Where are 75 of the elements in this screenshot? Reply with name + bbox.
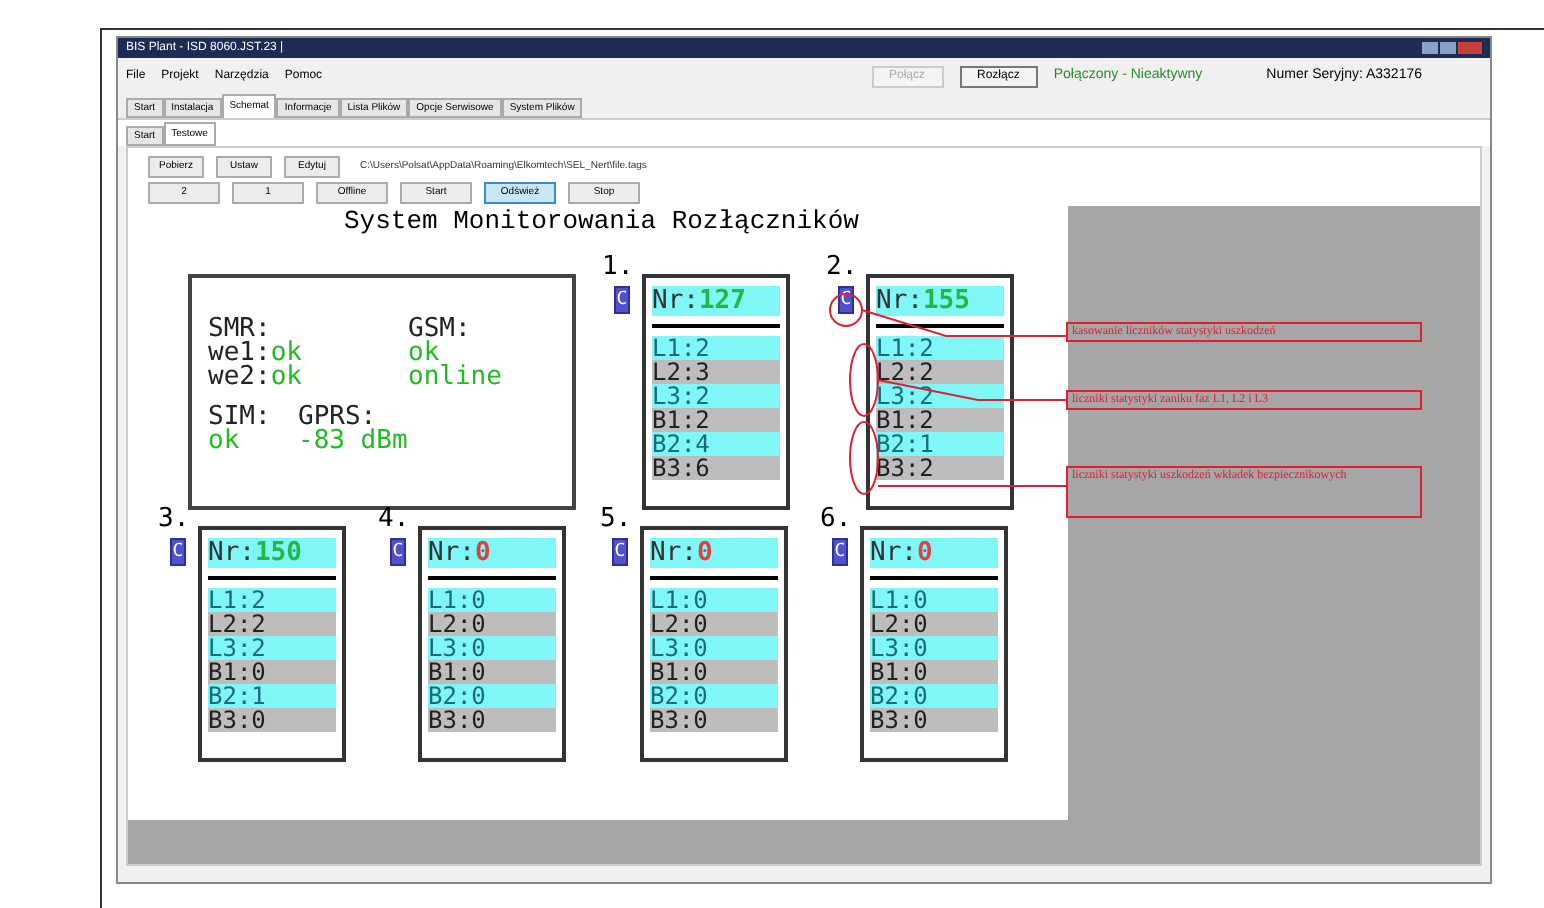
unit-number: 3. <box>158 506 190 532</box>
counter-row: L1:0 <box>650 588 778 612</box>
nr-label: Nr: <box>208 538 255 568</box>
unit-number: 2. <box>826 254 858 280</box>
counter-row: L3:0 <box>870 636 998 660</box>
counter-row: B2:0 <box>650 684 778 708</box>
counter-row: L3:2 <box>876 384 1004 408</box>
nr-label: Nr: <box>650 538 697 568</box>
counter-row: L1:0 <box>870 588 998 612</box>
counter-row: L1:0 <box>428 588 556 612</box>
counter-row: B3:0 <box>870 708 998 732</box>
counter-row: L2:0 <box>870 612 998 636</box>
status-label: GSM: <box>408 318 471 342</box>
counter-row: L2:0 <box>650 612 778 636</box>
minimize-icon[interactable] <box>1422 42 1438 54</box>
counter-row: B1:0 <box>650 660 778 684</box>
unit-number: 1. <box>602 254 634 280</box>
counter-row: L3:0 <box>428 636 556 660</box>
counter-row: B2:1 <box>208 684 336 708</box>
nr-value: 0 <box>474 538 491 568</box>
status-label: SMR: <box>208 318 271 342</box>
counter-row: L1:2 <box>876 336 1004 360</box>
counter-row: L2:0 <box>428 612 556 636</box>
reset-button[interactable]: C <box>390 538 406 566</box>
reset-button[interactable]: C <box>170 538 186 566</box>
nr-value: 150 <box>254 538 302 568</box>
nr-label: Nr: <box>652 286 699 316</box>
unit-number: 4. <box>378 506 410 532</box>
nr-label: Nr: <box>870 538 917 568</box>
counter-row: L2:2 <box>208 612 336 636</box>
counter-row: L1:2 <box>208 588 336 612</box>
nr-value: 155 <box>922 286 970 316</box>
counter-row: B2:1 <box>876 432 1004 456</box>
status-label: GPRS: <box>298 406 377 430</box>
counter-row: B3:0 <box>428 708 556 732</box>
counter-row: B1:0 <box>428 660 556 684</box>
counter-row: L3:0 <box>650 636 778 660</box>
status-value: -83 dBm <box>298 430 408 454</box>
counter-row: B3:0 <box>208 708 336 732</box>
nr-value: 0 <box>696 538 713 568</box>
counter-row: L3:2 <box>652 384 780 408</box>
close-icon[interactable] <box>1458 42 1482 54</box>
nr-value: 127 <box>698 286 746 316</box>
counter-row: B2:0 <box>428 684 556 708</box>
nr-value: 0 <box>916 538 933 568</box>
counter-row: B2:0 <box>870 684 998 708</box>
status-value: ok <box>208 430 240 454</box>
status-label: we1: <box>208 342 271 366</box>
counter-row: B1:0 <box>208 660 336 684</box>
status-value: ok <box>270 366 302 390</box>
reset-button[interactable]: C <box>614 286 630 314</box>
counter-row: L1:2 <box>652 336 780 360</box>
counter-row: L2:2 <box>876 360 1004 384</box>
counter-row: B3:2 <box>876 456 1004 480</box>
nr-label: Nr: <box>428 538 475 568</box>
canvas-title: System Monitorowania Rozłączników <box>344 208 859 234</box>
counter-row: L3:2 <box>208 636 336 660</box>
counter-row: B1:2 <box>652 408 780 432</box>
counter-row: B2:4 <box>652 432 780 456</box>
status-value: online <box>408 366 502 390</box>
counter-row: B1:0 <box>870 660 998 684</box>
counter-row: L2:3 <box>652 360 780 384</box>
reset-button[interactable]: C <box>832 538 848 566</box>
unit-number: 6. <box>820 506 852 532</box>
reset-button[interactable]: C <box>612 538 628 566</box>
counter-row: B3:6 <box>652 456 780 480</box>
status-label: we2: <box>208 366 271 390</box>
counter-row: B3:0 <box>650 708 778 732</box>
status-value: ok <box>270 342 302 366</box>
maximize-icon[interactable] <box>1440 42 1456 54</box>
nr-label: Nr: <box>876 286 923 316</box>
status-label: SIM: <box>208 406 271 430</box>
status-value: ok <box>408 342 440 366</box>
counter-row: B1:2 <box>876 408 1004 432</box>
unit-number: 5. <box>600 506 632 532</box>
